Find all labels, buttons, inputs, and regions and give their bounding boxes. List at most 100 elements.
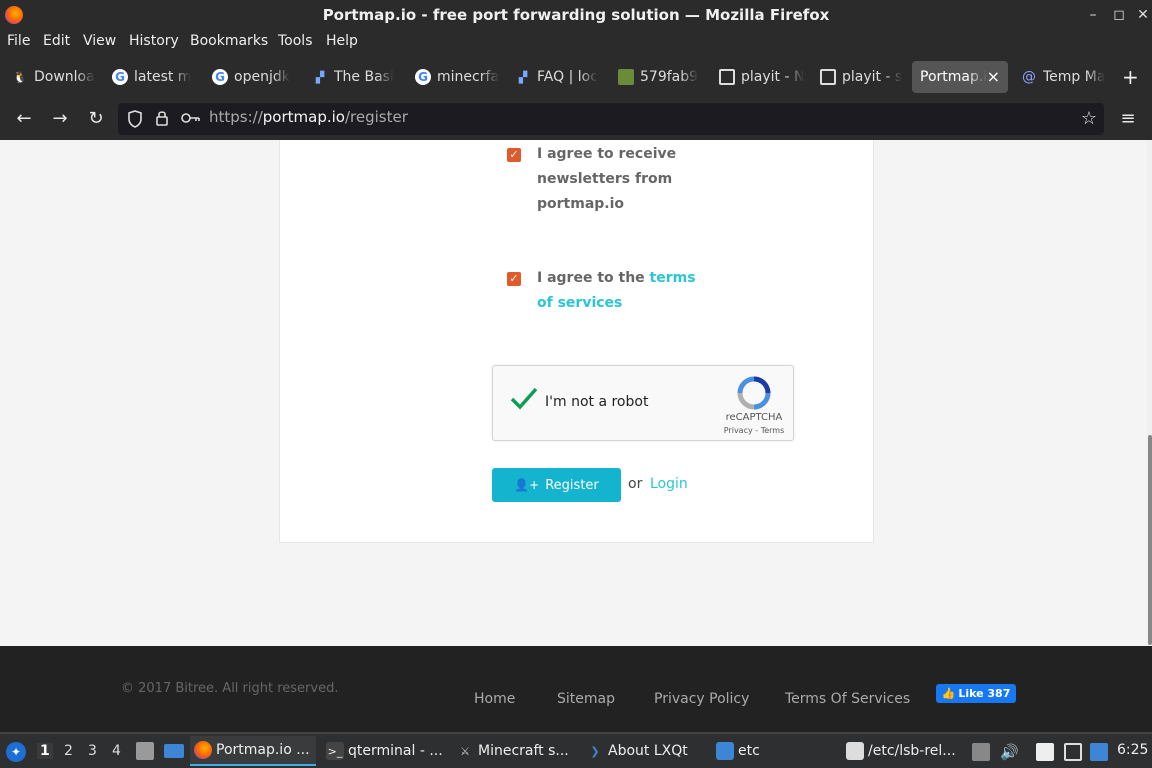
- lxqt-icon: ❯: [590, 744, 600, 758]
- url-scheme: https://: [209, 108, 263, 126]
- navigation-bar: ← → ↻ https://portmap.io/register ☆ ≡: [0, 98, 1152, 140]
- footer-copyright: © 2017 Bitree. All right reserved.: [121, 681, 339, 696]
- window-titlebar: Portmap.io - free port forwarding soluti…: [0, 0, 1152, 30]
- footer-link-sitemap[interactable]: Sitemap: [557, 691, 615, 707]
- linux-penguin-icon: 🐧: [13, 70, 27, 84]
- terms-label: I agree to the terms of services: [537, 266, 707, 316]
- minimize-button[interactable]: –: [1084, 6, 1102, 24]
- menu-bookmarks[interactable]: Bookmarks: [190, 33, 268, 49]
- tab-openjdk[interactable]: G openjdk: [204, 61, 300, 93]
- volume-icon[interactable]: 🔊: [1000, 743, 1019, 761]
- user-plus-icon: 👤+: [514, 478, 540, 492]
- recaptcha-logo-icon: [737, 376, 771, 410]
- footer-link-home[interactable]: Home: [474, 691, 515, 707]
- checkmark-icon[interactable]: [509, 384, 539, 414]
- show-desktop-icon[interactable]: [164, 744, 184, 758]
- facebook-like-button[interactable]: 👍 Like 387: [936, 684, 1016, 703]
- lock-icon[interactable]: [155, 109, 169, 127]
- menu-history[interactable]: History: [129, 33, 179, 49]
- taskbar-item-etc[interactable]: etc: [712, 736, 838, 766]
- tab-downloads[interactable]: 🐧 Downloa: [4, 61, 100, 93]
- taskbar-item-minecraft[interactable]: ⚔ Minecraft s...: [452, 736, 578, 766]
- text-editor-icon: [846, 742, 864, 760]
- email-at-icon: @: [1022, 69, 1036, 85]
- firefox-icon: [194, 741, 212, 759]
- minecraft-block-icon: [618, 69, 634, 85]
- footer-link-terms[interactable]: Terms Of Services: [785, 691, 910, 707]
- workspace-2[interactable]: 2: [64, 743, 73, 759]
- lxqt-menu-icon[interactable]: ✦: [6, 742, 26, 762]
- url-text[interactable]: https://portmap.io/register: [209, 108, 408, 126]
- workspace-3[interactable]: 3: [88, 743, 97, 759]
- taskbar: ✦ 1 2 3 4 Portmap.io ... >_ qterminal - …: [0, 732, 1152, 768]
- tab-latest[interactable]: G latest m: [104, 61, 200, 93]
- clipboard-icon[interactable]: [1036, 743, 1054, 761]
- or-text: or: [628, 476, 643, 492]
- footer-link-privacy[interactable]: Privacy Policy: [654, 691, 749, 707]
- register-button[interactable]: 👤+ Register: [492, 468, 621, 502]
- file-manager-launcher-icon[interactable]: [136, 742, 154, 760]
- terms-checkbox[interactable]: ✓: [507, 272, 521, 286]
- tray-app-icon[interactable]: [972, 743, 990, 761]
- window-title: Portmap.io - free port forwarding soluti…: [322, 6, 830, 24]
- tab-portmap[interactable]: Portmap.i ×: [912, 61, 1008, 93]
- register-button-label: Register: [545, 477, 599, 493]
- site-icon: ▞: [518, 70, 528, 84]
- taskbar-item-qterminal[interactable]: >_ qterminal - ...: [322, 736, 446, 766]
- menu-view[interactable]: View: [83, 33, 116, 49]
- tab-bar: 🐧 Downloa G latest m G openjdk ▞ The Bas…: [0, 56, 1152, 98]
- google-icon: G: [112, 69, 128, 85]
- url-path: /register: [344, 108, 408, 126]
- reload-icon[interactable]: ↻: [84, 107, 108, 131]
- workspace-1[interactable]: 1: [37, 743, 53, 759]
- recaptcha-widget: I'm not a robot reCAPTCHA Privacy - Term…: [492, 365, 794, 441]
- newsletter-label: I agree to receive newsletters from port…: [537, 146, 677, 212]
- playit-icon: [719, 69, 735, 85]
- taskbar-item-firefox[interactable]: Portmap.io ...: [190, 736, 316, 766]
- folder-icon: [716, 742, 734, 760]
- login-link[interactable]: Login: [650, 476, 688, 492]
- maximize-button[interactable]: ◻: [1110, 6, 1128, 24]
- tab-579fab[interactable]: 579fab9: [610, 61, 706, 93]
- playit-icon: [820, 69, 836, 85]
- recaptcha-links[interactable]: Privacy - Terms: [719, 426, 789, 435]
- taskbar-item-about-lxqt[interactable]: ❯ About LXQt: [582, 736, 708, 766]
- bookmark-star-icon[interactable]: ☆: [1077, 107, 1101, 131]
- terminal-icon: >_: [326, 742, 344, 760]
- shield-icon[interactable]: [127, 110, 143, 128]
- terms-prefix: I agree to the: [537, 270, 650, 286]
- tab-temp-mail[interactable]: @ Temp Ma: [1013, 61, 1109, 93]
- close-window-button[interactable]: ✕: [1134, 6, 1152, 24]
- thumbs-up-icon: 👍: [941, 687, 956, 700]
- clock[interactable]: 6:25: [1117, 742, 1148, 758]
- forward-icon[interactable]: →: [48, 107, 72, 131]
- url-host: portmap.io: [262, 108, 345, 126]
- tab-the-basics[interactable]: ▞ The Basi: [304, 61, 400, 93]
- like-count: Like 387: [958, 687, 1011, 700]
- notification-icon[interactable]: [1090, 743, 1108, 761]
- new-tab-button[interactable]: +: [1122, 65, 1139, 89]
- menubar: File Edit View History Bookmarks Tools H…: [0, 30, 1152, 56]
- captcha-label: I'm not a robot: [545, 394, 649, 410]
- recaptcha-brand: reCAPTCHA: [725, 412, 783, 423]
- google-icon: G: [415, 69, 431, 85]
- key-icon[interactable]: [181, 111, 201, 125]
- tab-playit-2[interactable]: playit - s: [812, 61, 908, 93]
- hamburger-menu-icon[interactable]: ≡: [1116, 107, 1140, 131]
- workspace-4[interactable]: 4: [112, 743, 121, 759]
- google-icon: G: [212, 69, 228, 85]
- newsletter-checkbox[interactable]: ✓: [507, 148, 521, 162]
- menu-help[interactable]: Help: [326, 33, 358, 49]
- tab-playit-1[interactable]: playit - N: [711, 61, 807, 93]
- scrollbar-thumb[interactable]: [1148, 435, 1152, 645]
- minecraft-icon: ⚔: [460, 744, 470, 758]
- network-icon[interactable]: [1064, 743, 1082, 761]
- menu-tools[interactable]: Tools: [278, 33, 313, 49]
- close-tab-button[interactable]: ×: [987, 67, 1000, 86]
- taskbar-item-lsb-release[interactable]: /etc/lsb-rel...: [842, 736, 968, 766]
- menu-edit[interactable]: Edit: [43, 33, 70, 49]
- tab-minecraft[interactable]: G minecrfa: [407, 61, 503, 93]
- tab-faq[interactable]: ▞ FAQ | loc: [507, 61, 603, 93]
- back-icon[interactable]: ←: [12, 107, 36, 131]
- menu-file[interactable]: File: [7, 33, 30, 49]
